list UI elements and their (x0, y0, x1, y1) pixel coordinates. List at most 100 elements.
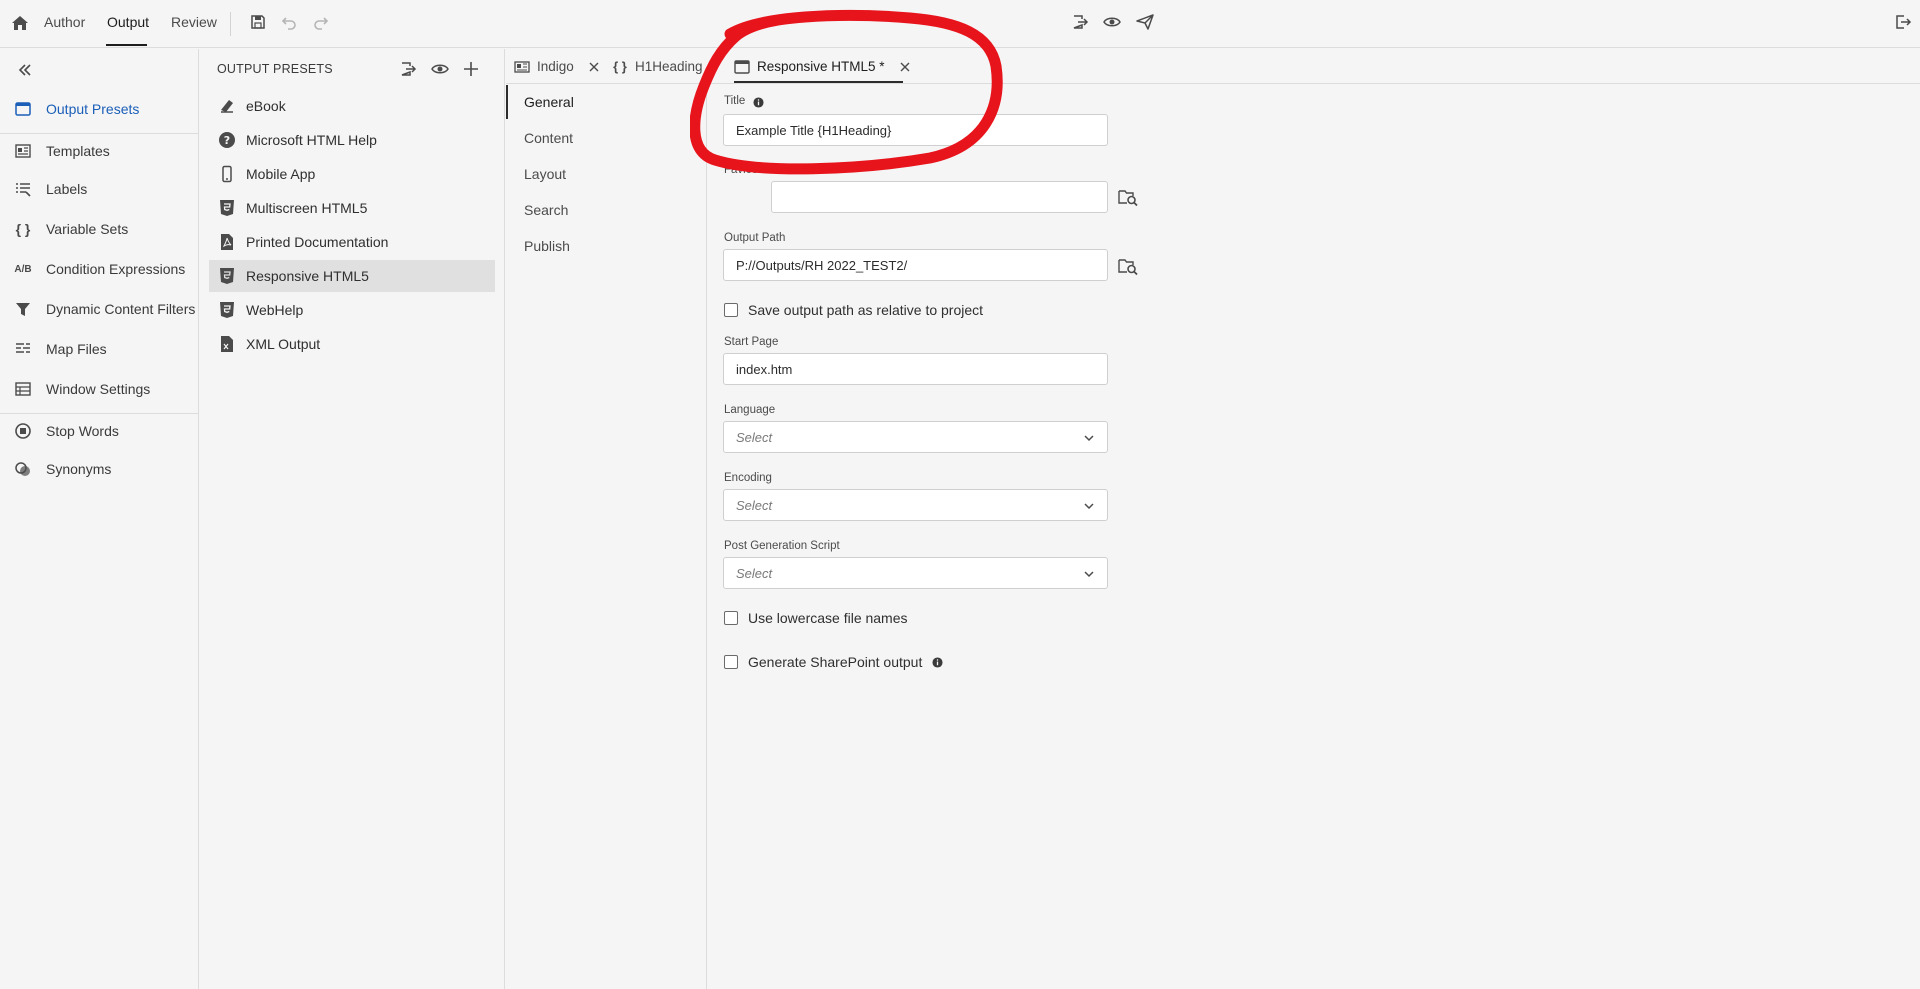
close-icon[interactable] (899, 61, 911, 73)
preset-item-responsive-html5[interactable]: Responsive HTML5 (209, 260, 495, 292)
output-presets-icon (734, 59, 750, 74)
preset-label: Responsive HTML5 (246, 268, 369, 284)
info-icon[interactable] (753, 97, 764, 108)
encoding-select-value: Select (736, 497, 773, 513)
divider (0, 133, 198, 134)
subnav-label: Publish (524, 238, 570, 254)
exit-icon[interactable] (1894, 13, 1912, 31)
lowercase-checkbox[interactable] (724, 611, 738, 625)
subnav-layout[interactable]: Layout (506, 157, 706, 191)
preset-item-ebook[interactable]: eBook (209, 90, 495, 122)
tab-label: Responsive HTML5 * (757, 59, 885, 74)
preset-item-webhelp[interactable]: WebHelp (209, 294, 495, 326)
generate-icon[interactable] (398, 59, 418, 79)
tab-label: Indigo (537, 59, 574, 74)
preview-icon[interactable] (1103, 13, 1121, 31)
ebook-icon (221, 100, 233, 113)
tab-review[interactable]: Review (171, 14, 217, 30)
encoding-select[interactable]: Select (723, 489, 1108, 521)
sidebar-item-label: Condition Expressions (46, 261, 186, 277)
save-icon[interactable] (249, 13, 267, 31)
subnav-publish[interactable]: Publish (506, 229, 706, 263)
tab-output[interactable]: Output (107, 14, 149, 30)
sidebar-item-condition-expressions[interactable]: A/B Condition Expressions (0, 253, 198, 285)
favicon-input[interactable] (771, 181, 1108, 213)
add-icon[interactable] (461, 59, 481, 79)
collapse-icon[interactable] (16, 61, 34, 79)
preset-item-mobile-app[interactable]: Mobile App (209, 158, 495, 190)
post-generation-script-label: Post Generation Script (724, 540, 840, 552)
tab-h1heading[interactable]: { } H1Heading (612, 49, 703, 84)
checkbox-label: Generate SharePoint output (748, 654, 923, 670)
preview-icon[interactable] (430, 59, 450, 79)
stop-icon (15, 423, 31, 439)
tab-label: H1Heading (635, 59, 703, 74)
home-icon[interactable] (10, 13, 30, 33)
lowercase-option[interactable]: Use lowercase file names (724, 608, 908, 628)
sidebar-item-synonyms[interactable]: Synonyms (0, 453, 198, 485)
divider (230, 12, 231, 36)
divider (0, 413, 198, 414)
sidebar-item-label: Synonyms (46, 461, 112, 477)
sharepoint-checkbox[interactable] (724, 655, 738, 669)
sharepoint-option[interactable]: Generate SharePoint output (724, 652, 943, 672)
subnav-search[interactable]: Search (506, 193, 706, 227)
preset-item-printed-documentation[interactable]: Printed Documentation (209, 226, 495, 258)
post-generation-script-value: Select (736, 565, 773, 581)
close-icon[interactable] (588, 61, 600, 73)
window-settings-icon (15, 382, 31, 396)
output-path-input[interactable]: P://Outputs/RH 2022_TEST2/ (723, 249, 1108, 281)
chevron-down-icon (1084, 435, 1094, 442)
sidebar-item-window-settings[interactable]: Window Settings (0, 373, 198, 405)
save-relative-checkbox[interactable] (724, 303, 738, 317)
sidebar-item-label: Labels (46, 181, 88, 197)
preset-label: Mobile App (246, 166, 316, 182)
tab-indigo[interactable]: Indigo (514, 49, 600, 84)
save-relative-option[interactable]: Save output path as relative to project (724, 300, 983, 320)
encoding-label: Encoding (724, 472, 772, 484)
sidebar-item-output-presets[interactable]: Output Presets (0, 93, 198, 125)
left-navigation: Output Presets Templates Labels { } Vari… (0, 49, 199, 989)
post-generation-script-select[interactable]: Select (723, 557, 1108, 589)
generate-icon[interactable] (1071, 13, 1089, 31)
tab-author[interactable]: Author (44, 14, 85, 30)
panel-title: OUTPUT PRESETS (217, 62, 333, 76)
preset-item-multiscreen-html5[interactable]: Multiscreen HTML5 (209, 192, 495, 224)
templates-icon (15, 144, 31, 158)
mobile-icon (222, 165, 232, 183)
preset-label: Printed Documentation (246, 234, 389, 250)
subnav-label: General (524, 94, 574, 110)
info-icon[interactable] (932, 656, 943, 668)
pdf-icon (221, 234, 233, 250)
browse-folder-icon[interactable] (1118, 187, 1138, 207)
sidebar-item-map-files[interactable]: Map Files (0, 333, 198, 365)
sidebar-item-label: Stop Words (46, 423, 119, 439)
checkbox-label: Save output path as relative to project (748, 302, 984, 318)
language-select[interactable]: Select (723, 421, 1108, 453)
map-files-icon (16, 343, 30, 353)
sidebar-item-dynamic-content-filters[interactable]: Dynamic Content Filters (0, 293, 198, 325)
preset-item-microsoft-html-help[interactable]: ? Microsoft HTML Help (209, 124, 495, 156)
browse-folder-icon[interactable] (1118, 256, 1138, 276)
publish-icon[interactable] (1136, 13, 1154, 31)
sidebar-item-templates[interactable]: Templates (0, 135, 198, 167)
redo-icon[interactable] (312, 13, 330, 31)
tab-responsive-html5[interactable]: Responsive HTML5 * (734, 49, 911, 84)
subnav-general[interactable]: General (506, 85, 706, 119)
subnav-label: Search (524, 202, 569, 218)
subnav-content[interactable]: Content (506, 121, 706, 155)
active-tab-indicator (106, 44, 147, 46)
top-bar: Author Output Review (0, 0, 1920, 48)
sidebar-item-labels[interactable]: Labels (0, 173, 198, 205)
html5-icon (220, 268, 234, 284)
title-input[interactable]: Example Title {H1Heading} (723, 114, 1108, 146)
sidebar-item-variable-sets[interactable]: { } Variable Sets (0, 213, 198, 245)
preset-item-xml-output[interactable]: XML Output (209, 328, 495, 360)
start-page-input[interactable]: index.htm (723, 353, 1108, 385)
sidebar-item-label: Map Files (46, 341, 107, 357)
template-icon (514, 60, 530, 73)
sidebar-item-stop-words[interactable]: Stop Words (0, 415, 198, 447)
sidebar-item-label: Dynamic Content Filters (46, 301, 196, 317)
braces-icon: { } (613, 59, 627, 74)
undo-icon[interactable] (280, 13, 298, 31)
